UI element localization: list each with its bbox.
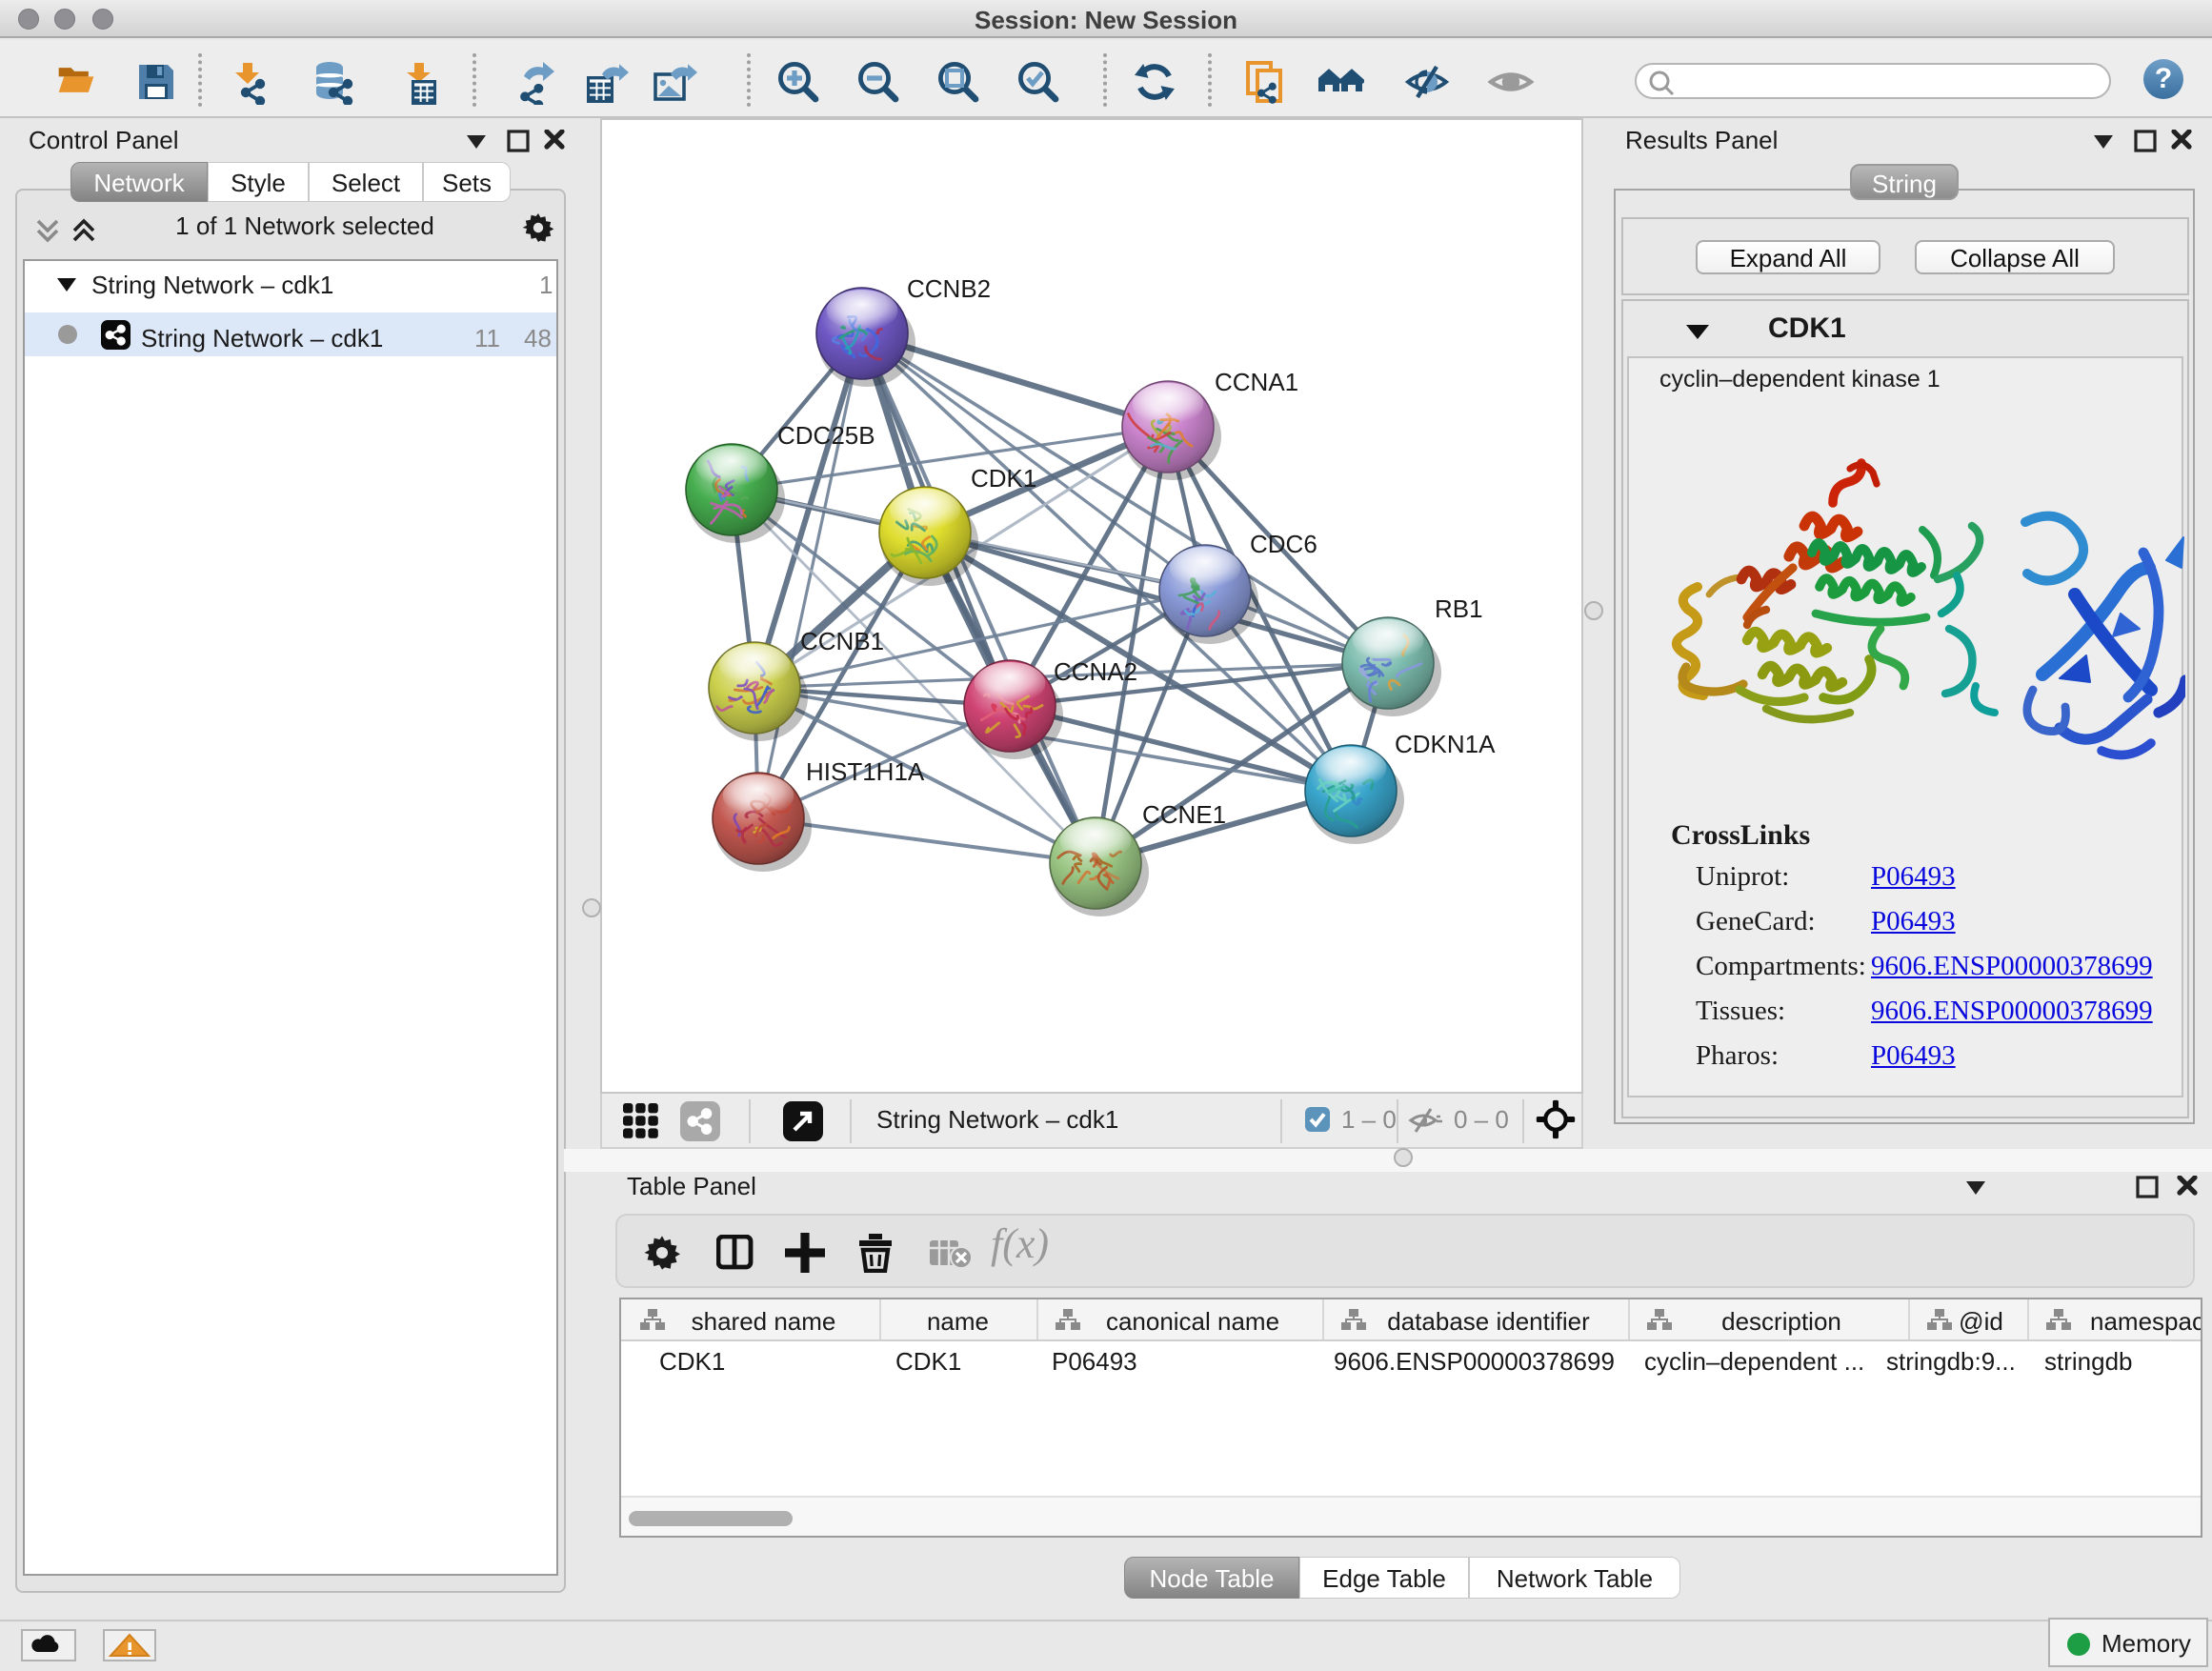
svg-text:CDC6: CDC6 <box>1250 530 1317 558</box>
svg-text:CDK1: CDK1 <box>971 464 1036 493</box>
svg-text:CCNB2: CCNB2 <box>907 274 991 303</box>
svg-text:HIST1H1A: HIST1H1A <box>806 757 925 786</box>
svg-text:CDC25B: CDC25B <box>777 421 875 450</box>
svg-text:CCNE1: CCNE1 <box>1142 800 1226 829</box>
svg-text:CCNA1: CCNA1 <box>1215 368 1298 396</box>
svg-text:CDKN1A: CDKN1A <box>1395 730 1496 758</box>
svg-text:CCNB1: CCNB1 <box>800 627 884 655</box>
svg-text:CCNA2: CCNA2 <box>1054 657 1137 686</box>
svg-text:RB1: RB1 <box>1435 594 1483 623</box>
